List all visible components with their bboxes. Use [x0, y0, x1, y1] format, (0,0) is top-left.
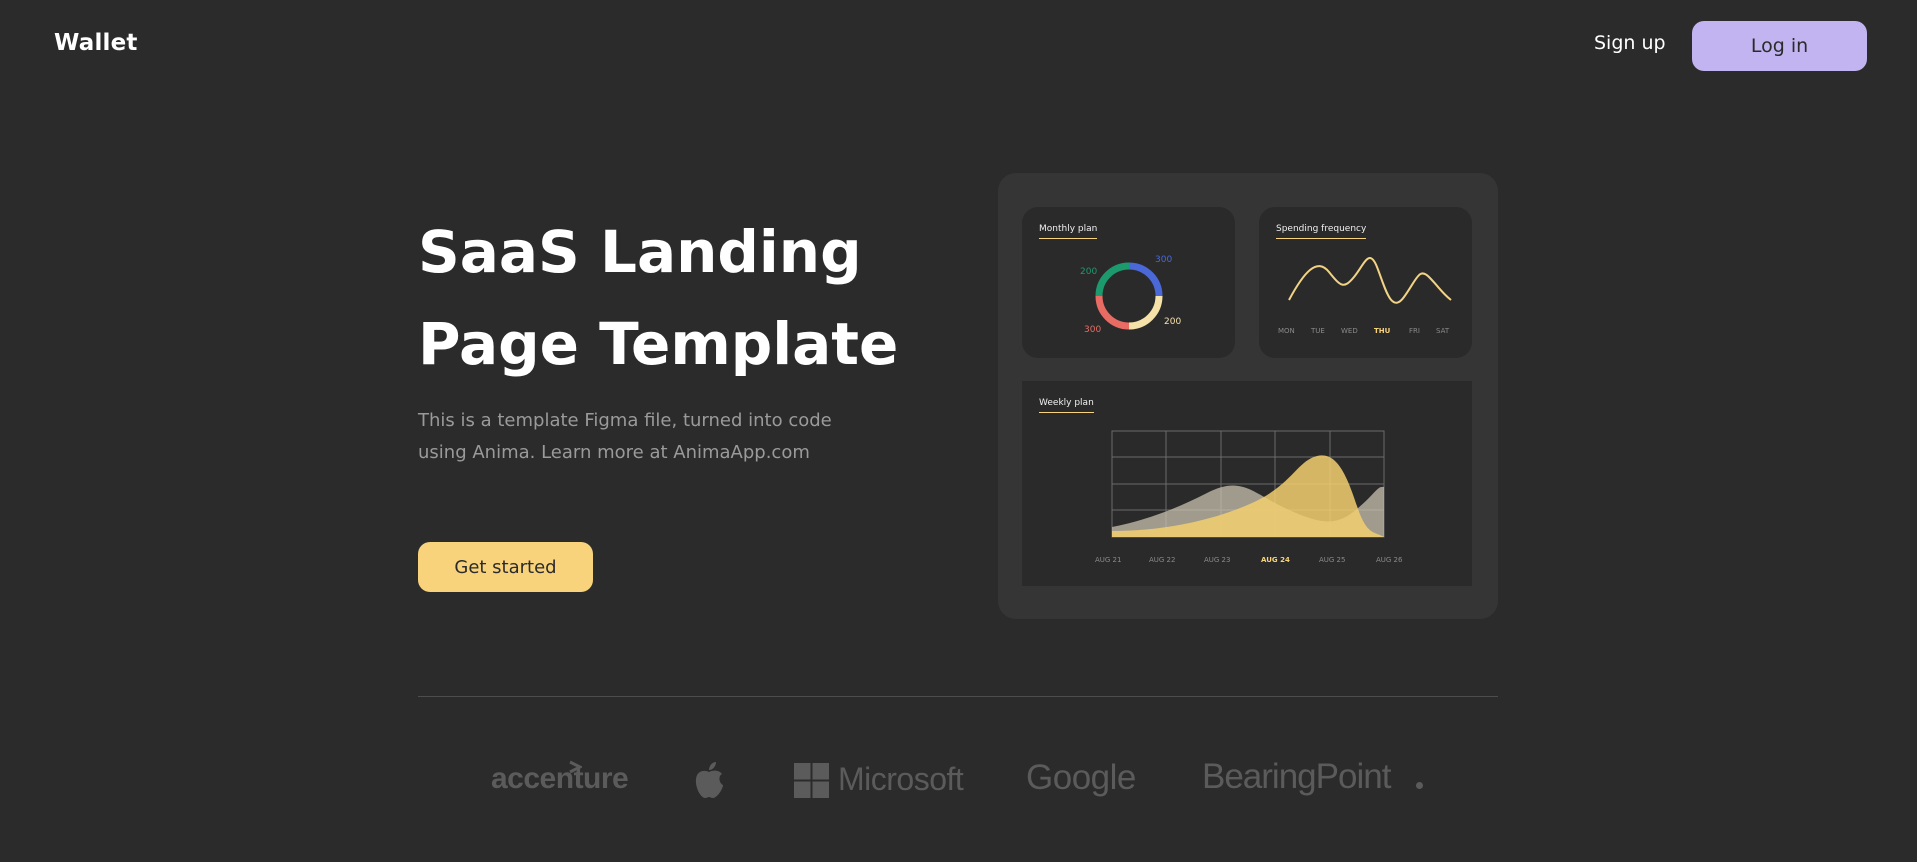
donut-segment-blue: [1128, 262, 1163, 297]
donut-label-red: 300: [1084, 325, 1101, 335]
get-started-button[interactable]: Get started: [418, 542, 593, 592]
hero-title-line2: Page Template: [418, 310, 899, 378]
donut-segment-yellow: [1128, 295, 1163, 330]
hero-subtitle: This is a template Figma file, turned in…: [418, 405, 858, 469]
donut-segment-red: [1095, 295, 1130, 330]
bearingpoint-dot-icon: [1416, 782, 1423, 789]
hero-title: SaaS Landing Page Template: [418, 206, 978, 390]
microsoft-logo: Microsoft: [838, 761, 964, 797]
day-label-tue: TUE: [1310, 327, 1325, 335]
monthly-plan-card: Monthly plan 300 200 300 200: [1022, 207, 1235, 358]
dashboard-preview: Monthly plan 300 200 300 200 Spending fr…: [998, 173, 1498, 619]
day-label-sat: SAT: [1436, 327, 1450, 335]
spending-line: [1288, 257, 1452, 304]
monthly-plan-donut: 300 200 300 200: [1080, 255, 1181, 335]
hero-subtitle-line2: using Anima. Learn more at AnimaApp.com: [418, 442, 810, 463]
donut-segment-green: [1095, 262, 1130, 297]
hero-subtitle-line1: This is a template Figma file, turned in…: [418, 410, 832, 431]
date-label-aug22: AUG 22: [1149, 556, 1175, 564]
accenture-chevron-icon: [569, 760, 582, 774]
date-label-aug23: AUG 23: [1204, 556, 1230, 564]
apple-logo-icon: [695, 762, 723, 798]
brand-logo[interactable]: Wallet: [54, 30, 138, 56]
accenture-logo: accenture: [491, 762, 629, 795]
date-label-aug21: AUG 21: [1095, 556, 1121, 564]
signup-link[interactable]: Sign up: [1594, 32, 1666, 54]
date-label-aug24: AUG 24: [1261, 556, 1290, 564]
day-label-mon: MON: [1278, 327, 1295, 335]
day-label-wed: WED: [1341, 327, 1358, 335]
donut-label-green: 200: [1080, 267, 1097, 277]
donut-label-blue: 300: [1155, 255, 1172, 265]
login-button[interactable]: Log in: [1692, 21, 1867, 71]
hero-title-line1: SaaS Landing: [418, 218, 862, 286]
date-label-aug25: AUG 25: [1319, 556, 1345, 564]
weekly-plan-chart: AUG 21 AUG 22 AUG 23 AUG 24 AUG 25 AUG 2…: [1095, 430, 1403, 564]
spending-frequency-card: Spending frequency MON TUE WED THU FRI S…: [1259, 207, 1472, 358]
google-logo: Google: [1026, 758, 1136, 797]
section-divider: [418, 696, 1498, 697]
day-label-fri: FRI: [1409, 327, 1420, 335]
spending-frequency-chart: MON TUE WED THU FRI SAT: [1278, 257, 1452, 335]
bearingpoint-logo: BearingPoint: [1202, 757, 1391, 796]
donut-label-yellow: 200: [1164, 317, 1181, 327]
day-label-thu: THU: [1374, 327, 1391, 335]
weekly-plan-card: Weekly plan AUG 21 AUG 22 AUG 23 AUG 24 …: [1022, 381, 1472, 586]
date-label-aug26: AUG 26: [1376, 556, 1403, 564]
microsoft-grid-icon: [794, 763, 829, 798]
